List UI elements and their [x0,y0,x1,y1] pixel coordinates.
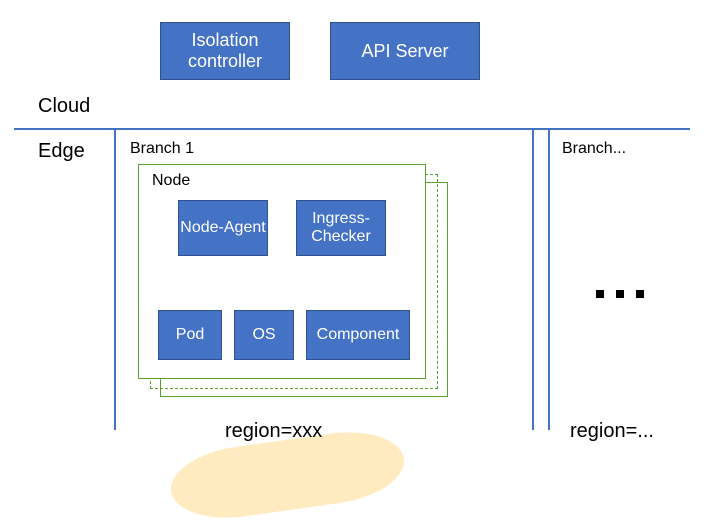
edge-label: Edge [38,140,85,163]
pod-label: Pod [176,326,204,344]
branch-more-left-sep [548,128,550,430]
cloud-label: Cloud [38,95,90,118]
node-agent-label: Node-Agent [180,219,265,237]
dot-icon [636,290,644,298]
branch1-right-sep [532,128,534,430]
ingress-checker-box: Ingress-Checker [296,200,386,256]
dot-icon [616,290,624,298]
branch1-region-label: region=xxx [225,420,322,443]
node-agent-box: Node-Agent [178,200,268,256]
branch-more-region-label: region=... [570,420,654,443]
ellipsis-icon [590,290,650,298]
isolation-controller-box: Isolation controller [160,22,290,80]
branch1-title: Branch 1 [130,140,194,158]
api-server-box: API Server [330,22,480,80]
branch1-left-sep [114,128,116,430]
component-box: Component [306,310,410,360]
branch-more-title: Branch... [562,140,626,158]
dot-icon [596,290,604,298]
node-title: Node [152,172,190,190]
os-box: OS [234,310,294,360]
os-label: OS [252,326,275,344]
ingress-checker-label: Ingress-Checker [297,210,385,247]
component-label: Component [317,326,400,344]
diagram-root: Isolation controller API Server Cloud Ed… [0,0,712,521]
api-server-label: API Server [361,41,448,62]
isolation-controller-label: Isolation controller [161,30,289,71]
pod-box: Pod [158,310,222,360]
